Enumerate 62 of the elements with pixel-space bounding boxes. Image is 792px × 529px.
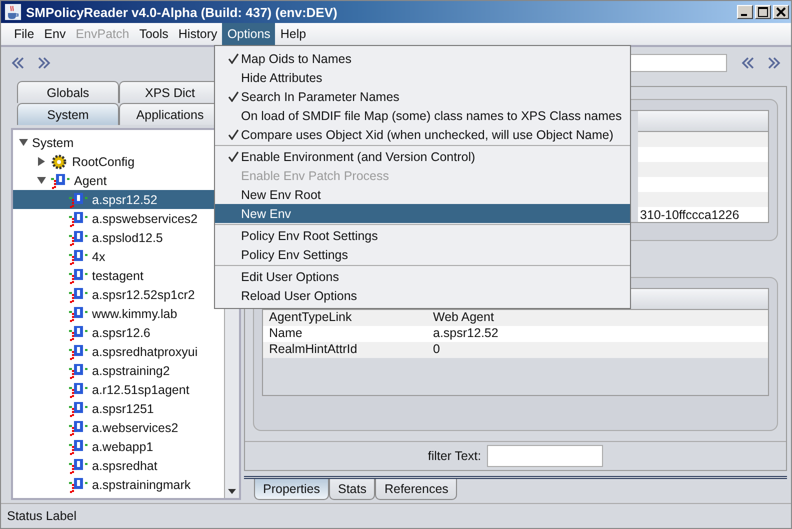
menu-item[interactable]: File [9,23,40,45]
gear-icon [50,154,68,170]
agent-icon [68,324,88,340]
expander-icon[interactable] [37,176,46,185]
table-cell-text: a.spsr12.52 [432,326,500,342]
agent-icon [68,362,88,378]
agent-icon [68,248,88,264]
window-title: SMPolicyReader v4.0-Alpha (Build: 437) (env:DEV) [26,4,338,20]
tree-item[interactable]: www.kimmy.lab [13,304,224,323]
tree-item[interactable]: a.webservices2 [13,418,224,437]
agent-icon [50,172,70,188]
agent-icon [68,230,88,246]
table-cell-text: Name [268,326,304,342]
agent-icon [68,306,88,322]
agent-icon [68,382,88,398]
agent-icon [68,420,88,436]
menu-item[interactable]: Map Oids to Names [215,49,630,68]
status-label: Status Label [7,509,76,523]
maximize-icon [758,7,768,17]
agent-icon [68,344,88,360]
table-cell-text: 0 [432,342,441,358]
table-cell-text: RealmHintAttrId [268,342,358,358]
tab[interactable]: References [375,479,458,500]
expander-icon[interactable] [37,157,46,166]
close-icon [776,7,786,17]
minimize-button[interactable] [737,5,753,19]
filter-label: filter Text: [428,449,482,463]
expander-icon[interactable] [19,138,28,147]
tree-item[interactable]: a.spsr1251 [13,399,224,418]
menu-item[interactable]: New Env [215,204,630,223]
menu-item[interactable]: History [173,23,222,45]
table-cell-text: Web Agent [432,310,495,326]
tree-item[interactable]: a.webapp1 [13,437,224,456]
table-cell-text: AgentTypeLink [268,310,353,326]
table-cell-text: 310-10ffccca1226 [639,207,740,223]
tree-item[interactable]: a.spstrainingmark [13,475,224,494]
tab[interactable]: System [17,103,119,125]
close-button[interactable] [773,5,789,19]
agent-icon [68,476,88,492]
tab[interactable]: Globals [17,81,119,103]
menu-item[interactable]: Options [222,23,276,45]
agent-icon [68,438,88,454]
tree-item[interactable]: a.spsr12.6 [13,323,224,342]
maximize-button[interactable] [755,5,771,19]
agent-icon [68,268,88,284]
agent-icon [68,458,88,474]
menu-item[interactable]: Env [39,23,71,45]
filter-field[interactable] [487,445,604,467]
agent-icon [68,192,88,208]
agent-icon [68,400,88,416]
tab[interactable]: Stats [328,479,376,500]
agent-icon [68,286,88,302]
agent-icon [68,210,88,226]
tree-item[interactable]: a.r12.51sp1agent [13,380,224,399]
tree-item[interactable]: a.spstraining2 [13,361,224,380]
tab[interactable]: Properties [254,479,329,500]
tree-item[interactable]: a.spsredhat [13,456,224,475]
tree-item[interactable]: a.spsredhatproxyui [13,342,224,361]
menu-item[interactable]: Tools [134,23,174,45]
menu-item[interactable]: Help [275,23,312,45]
cup-icon [5,4,21,20]
minimize-icon [740,14,746,16]
